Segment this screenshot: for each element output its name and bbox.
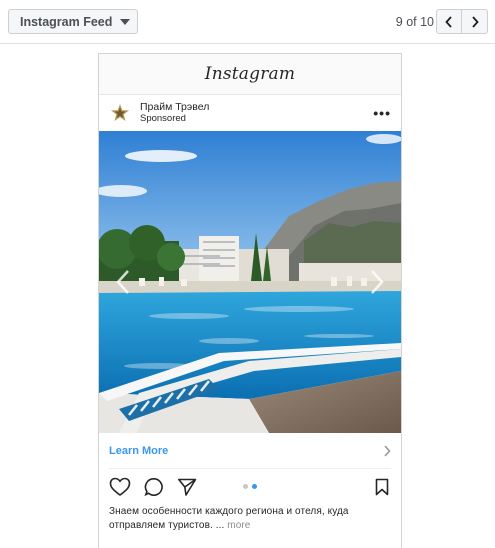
learn-more-button[interactable]: Learn More [109,445,168,457]
more-options-icon[interactable]: ••• [373,105,391,121]
bookmark-icon [375,478,389,496]
pager-controls [436,9,488,34]
sponsored-label: Sponsored [140,113,186,124]
account-info: Прайм Трэвел Sponsored [140,101,209,125]
previous-button[interactable] [436,9,462,34]
post-actions [99,469,401,505]
send-icon [178,478,197,496]
share-button[interactable] [177,477,197,497]
post-header: Прайм Трэвел Sponsored ••• [99,95,401,131]
carousel-dot [243,484,248,489]
instagram-logo: Instagram [204,64,296,84]
avatar[interactable] [109,102,131,124]
carousel-indicator [243,484,257,489]
placement-dropdown-label: Instagram Feed [20,14,113,29]
chevron-left-icon [445,15,452,28]
heart-icon [109,477,131,496]
chevron-right-icon [471,15,479,28]
carousel-next-icon[interactable] [367,268,387,296]
instagram-ad-preview: Instagram Прайм Трэвел Sponsored ••• Lea… [98,53,402,548]
account-name[interactable]: Прайм Трэвел [140,101,209,113]
next-button[interactable] [462,9,488,34]
resort-pool-photo [99,131,401,433]
ad-image[interactable] [99,131,401,433]
chevron-right-icon [384,444,391,457]
post-caption: Знаем особенности каждого региона и отел… [99,505,401,533]
caption-more-link[interactable]: more [227,520,250,531]
comment-button[interactable] [144,477,164,497]
comment-icon [144,477,163,497]
carousel-dot-active [252,484,257,489]
chevron-down-icon [120,18,131,25]
preview-counter: 9 of 10 [395,15,434,29]
carousel-previous-icon[interactable] [113,268,133,296]
placement-dropdown[interactable]: Instagram Feed [8,9,138,34]
star-logo-icon [111,104,129,121]
learn-more-bar[interactable]: Learn More [109,433,391,469]
instagram-header: Instagram [99,54,401,95]
like-button[interactable] [109,477,131,497]
preview-toolbar: Instagram Feed 9 of 10 [0,0,495,44]
save-button[interactable] [375,478,389,501]
